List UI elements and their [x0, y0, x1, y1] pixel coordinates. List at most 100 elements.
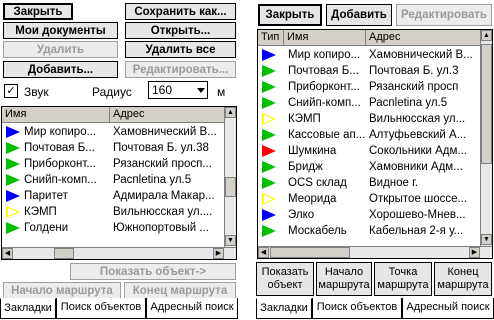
flag-icon: [262, 129, 276, 141]
table-row[interactable]: Приборконт... Рязанский просп...: [2, 156, 224, 172]
table-row[interactable]: OCS склад Видное г.: [258, 175, 480, 191]
cell-name: Элко: [288, 209, 315, 221]
add-button[interactable]: Добавить: [326, 4, 392, 26]
route-end-button[interactable]: Конец маршрута: [124, 282, 236, 299]
flag-icon: [262, 65, 276, 77]
my-documents-button[interactable]: Мои документы: [3, 22, 118, 39]
scroll-thumb[interactable]: [481, 44, 492, 164]
show-object-button[interactable]: Показать объект->: [70, 263, 236, 280]
table-row[interactable]: Снийп-комп... Распletina ул.5: [2, 172, 224, 188]
cell-name: Паритет: [24, 190, 68, 202]
table-row[interactable]: Бридж Хамовники Адм...: [258, 159, 480, 175]
divider: [238, 0, 256, 320]
scroll-thumb-h[interactable]: [54, 248, 74, 259]
flag-icon: [6, 126, 20, 138]
table-row[interactable]: Почтовая Б... Почтовая Б. ул.3: [258, 63, 480, 79]
scroll-thumb-h[interactable]: [270, 247, 350, 258]
scroll-left-icon[interactable]: ◀: [2, 248, 13, 259]
scroll-left-icon[interactable]: ◀: [258, 247, 269, 258]
radius-select[interactable]: 160: [148, 81, 208, 99]
cell-address: Почтовая Б. ул.38: [113, 142, 209, 154]
table-row[interactable]: Москабель Кабельная 2-я у...: [258, 223, 480, 239]
save-as-button[interactable]: Сохранить как...: [125, 3, 236, 20]
table-row[interactable]: Кассовые ап... Алтуфьевский А...: [258, 127, 480, 143]
vertical-scrollbar[interactable]: ▲ ▼: [480, 30, 492, 246]
table-row[interactable]: Голдени Южнопортовый ...: [2, 220, 224, 236]
scroll-up-icon[interactable]: ▲: [481, 30, 492, 41]
tab-bookmarks[interactable]: Закладки: [0, 298, 56, 319]
scroll-down-icon[interactable]: ▼: [225, 235, 236, 246]
vertical-scrollbar[interactable]: ▲ ▼: [224, 107, 236, 247]
table-row[interactable]: Элко Хорошево-Мнев...: [258, 207, 480, 223]
route-point-button[interactable]: Точка маршрута: [374, 262, 432, 296]
tab-address-search[interactable]: Адресный поиск: [146, 298, 238, 319]
table-row[interactable]: КЭМП Вильнюсская ул...: [258, 111, 480, 127]
table-row[interactable]: Мир копиро... Хамовнический В...: [258, 47, 480, 63]
column-header-address[interactable]: Адрес: [366, 30, 482, 46]
tab-object-search[interactable]: Поиск объектов: [56, 298, 146, 319]
add-button[interactable]: Добавить...: [3, 61, 118, 78]
route-end-button[interactable]: Конец маршрута: [434, 262, 492, 296]
close-button[interactable]: Закрыть: [258, 4, 322, 26]
route-actions: Показать объект Начало маршрута Точка ма…: [256, 262, 494, 296]
cell-name: Мир копиро...: [288, 49, 361, 61]
flag-icon: [6, 158, 20, 170]
radius-label: Радиус: [92, 85, 132, 99]
table-row[interactable]: Меорида Открытое шоссе...: [258, 191, 480, 207]
cell-address: Сокольники Адм...: [369, 145, 468, 157]
tab-address-search[interactable]: Адресный поиск: [402, 298, 494, 319]
flag-icon: [6, 190, 20, 202]
sound-label: Звук: [24, 85, 49, 99]
scroll-up-icon[interactable]: ▲: [225, 107, 236, 118]
scroll-right-icon[interactable]: ▶: [213, 248, 224, 259]
tab-bookmarks[interactable]: Закладки: [256, 298, 312, 319]
column-header-name[interactable]: Имя: [2, 107, 110, 123]
close-button[interactable]: Закрыть: [3, 3, 73, 20]
table-row[interactable]: Мир копиро... Хамовнический В...: [2, 124, 224, 140]
cell-address: Распletina ул.5: [369, 97, 448, 109]
edit-button[interactable]: Редактировать...: [125, 61, 236, 78]
open-button[interactable]: Открыть...: [125, 22, 236, 39]
route-start-label: Начало маршрута: [318, 266, 370, 291]
chevron-down-icon: [197, 88, 205, 93]
cell-name: Шумкина: [288, 145, 337, 157]
cell-name: Приборконт...: [288, 81, 360, 93]
sound-checkbox[interactable]: ✓: [4, 84, 18, 98]
table-row[interactable]: Шумкина Сокольники Адм...: [258, 143, 480, 159]
flag-icon: [262, 97, 276, 109]
cell-address: Рязанский просп...: [113, 158, 212, 170]
scroll-thumb[interactable]: [225, 177, 236, 197]
column-header-type[interactable]: Тип: [258, 30, 284, 46]
tab-bar: Закладки Поиск объектов Адресный поиск: [256, 298, 494, 320]
scroll-down-icon[interactable]: ▼: [481, 234, 492, 245]
cell-address: Почтовая Б. ул.3: [369, 65, 459, 77]
table-row[interactable]: Приборконт... Рязанский просп: [258, 79, 480, 95]
cell-name: Москабель: [288, 225, 347, 237]
table-row[interactable]: Паритет Адмирала Макар...: [2, 188, 224, 204]
delete-button[interactable]: Удалить: [3, 41, 118, 58]
column-header-name[interactable]: Имя: [284, 30, 366, 46]
route-start-button[interactable]: Начало маршрута: [316, 262, 372, 296]
horizontal-scrollbar[interactable]: ◀ ▶: [258, 246, 492, 258]
tab-object-search[interactable]: Поиск объектов: [312, 298, 402, 319]
cell-address: Рязанский просп: [369, 81, 459, 93]
bookmarks-table[interactable]: Тип Имя Адрес Мир копиро... Хамовнический…: [257, 29, 493, 259]
table-row[interactable]: Снийп-комп... Распletina ул.5: [258, 95, 480, 111]
route-start-button[interactable]: Начало маршрута: [3, 282, 121, 299]
flag-icon: [262, 113, 276, 125]
show-object-button[interactable]: Показать объект: [256, 262, 314, 296]
cell-name: Снийп-комп...: [288, 97, 361, 109]
bookmarks-table[interactable]: Имя Адрес Мир копиро... Хамовнический В..…: [1, 106, 237, 260]
flag-icon: [6, 174, 20, 186]
table-row[interactable]: КЭМП Вильнюсская ул....: [2, 204, 224, 220]
edit-button[interactable]: Редактировать: [396, 4, 492, 26]
left-panel: Закрыть Сохранить как... Мои документы О…: [0, 0, 238, 320]
cell-name: Кассовые ап...: [288, 129, 366, 141]
delete-all-button[interactable]: Удалить все: [125, 41, 236, 58]
column-header-address[interactable]: Адрес: [110, 107, 226, 123]
tab-bar: Закладки Поиск объектов Адресный поиск: [0, 298, 238, 320]
horizontal-scrollbar[interactable]: ◀ ▶: [2, 247, 236, 259]
table-row[interactable]: Почтовая Б... Почтовая Б. ул.38: [2, 140, 224, 156]
flag-icon: [262, 177, 276, 189]
scroll-right-icon[interactable]: ▶: [469, 247, 480, 258]
